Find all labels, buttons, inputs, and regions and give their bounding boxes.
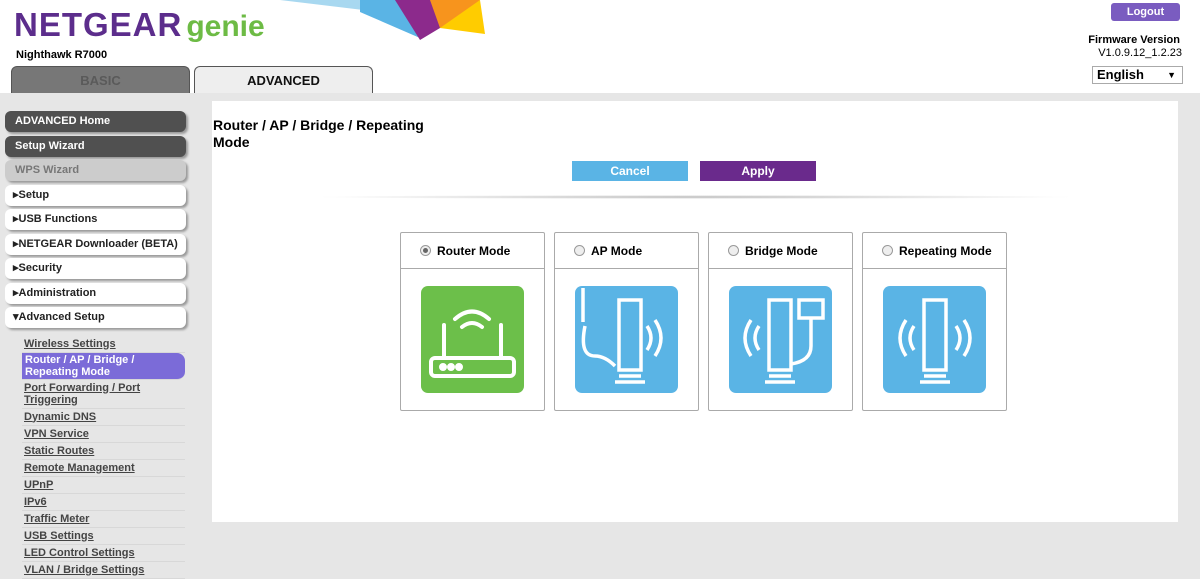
sidebar-sub-wireless-settings[interactable]: Wireless Settings (22, 336, 185, 353)
sidebar: ADVANCED Home Setup Wizard WPS Wizard ▸S… (5, 111, 186, 579)
sidebar-wps-wizard[interactable]: WPS Wizard (5, 160, 186, 181)
sidebar-sub-port-forwarding[interactable]: Port Forwarding / Port Triggering (22, 380, 185, 409)
firmware-version: V1.0.9.12_1.2.23 (1098, 47, 1182, 59)
sidebar-sub-static-routes[interactable]: Static Routes (22, 443, 185, 460)
label: Security (18, 262, 62, 274)
brand: NETGEAR (14, 6, 183, 43)
mode-card-bridge[interactable]: Bridge Mode (708, 232, 853, 411)
label: Setup (18, 188, 50, 201)
sidebar-usb-functions[interactable]: ▸USB Functions (5, 209, 186, 230)
sidebar-sub-upnp[interactable]: UPnP (22, 477, 185, 494)
bridge-icon (729, 286, 832, 393)
mode-label: Bridge Mode (745, 244, 818, 258)
mode-label: AP Mode (591, 244, 643, 258)
chevron-down-icon: ▼ (1167, 70, 1176, 80)
language-select[interactable]: English ▼ (1092, 66, 1183, 84)
access-point-icon (575, 286, 678, 393)
cancel-button[interactable]: Cancel (572, 161, 688, 181)
sidebar-administration[interactable]: ▸Administration (5, 282, 186, 304)
tab-advanced[interactable]: ADVANCED (194, 66, 373, 93)
router-icon (421, 286, 524, 393)
sidebar-sub-vpn-service[interactable]: VPN Service (22, 426, 185, 443)
main-panel: Router / AP / Bridge / Repeating Mode Ca… (212, 101, 1178, 522)
sidebar-sub-router-ap-bridge-mode[interactable]: Router / AP / Bridge / Repeating Mode (22, 352, 185, 380)
label: USB Functions (18, 213, 98, 225)
sidebar-sub-vlan-bridge[interactable]: VLAN / Bridge Settings (22, 562, 185, 579)
language-value: English (1097, 67, 1144, 82)
sidebar-setup-wizard[interactable]: Setup Wizard (5, 135, 186, 157)
mode-label: Router Mode (437, 244, 511, 258)
label: Advanced Setup (18, 311, 105, 323)
radio-repeating-mode[interactable] (882, 245, 893, 256)
sidebar-advanced-setup[interactable]: ▾Advanced Setup (5, 307, 186, 328)
sidebar-sub-ipv6[interactable]: IPv6 (22, 494, 185, 511)
label: NETGEAR Downloader (BETA) (18, 237, 178, 250)
label: Administration (18, 286, 97, 299)
logout-button[interactable]: Logout (1111, 3, 1180, 21)
brand-suffix: genie (186, 10, 265, 43)
firmware-label: Firmware Version (1088, 34, 1180, 46)
mode-label: Repeating Mode (899, 244, 992, 258)
page-title: Router / AP / Bridge / Repeating Mode (213, 117, 424, 150)
mode-card-ap[interactable]: AP Mode (554, 232, 699, 411)
sidebar-sub-remote-management[interactable]: Remote Management (22, 460, 185, 477)
radio-bridge-mode[interactable] (728, 245, 739, 256)
divider (312, 195, 1078, 199)
radio-router-mode[interactable] (420, 245, 431, 256)
netgear-genie-logo: NETGEAR genie (14, 6, 265, 44)
sidebar-setup[interactable]: ▸Setup (5, 184, 186, 206)
sidebar-sub-usb-settings[interactable]: USB Settings (22, 528, 185, 545)
radio-ap-mode[interactable] (574, 245, 585, 256)
repeater-icon (883, 286, 986, 393)
header: NETGEAR genie Nighthawk R7000 BASIC ADVAN… (0, 0, 1200, 93)
sidebar-security[interactable]: ▸Security (5, 258, 186, 279)
mode-card-repeating[interactable]: Repeating Mode (862, 232, 1007, 411)
sidebar-sub-traffic-meter[interactable]: Traffic Meter (22, 511, 185, 528)
sidebar-advanced-home[interactable]: ADVANCED Home (5, 111, 186, 132)
decorative-shapes-icon (280, 0, 485, 40)
sidebar-sub-led-control[interactable]: LED Control Settings (22, 545, 185, 562)
sidebar-netgear-downloader[interactable]: ▸NETGEAR Downloader (BETA) (5, 233, 186, 255)
tab-basic[interactable]: BASIC (11, 66, 190, 93)
router-model: Nighthawk R7000 (16, 49, 108, 61)
mode-card-router[interactable]: Router Mode (400, 232, 545, 411)
sidebar-sub-dynamic-dns[interactable]: Dynamic DNS (22, 409, 185, 426)
apply-button[interactable]: Apply (700, 161, 816, 181)
